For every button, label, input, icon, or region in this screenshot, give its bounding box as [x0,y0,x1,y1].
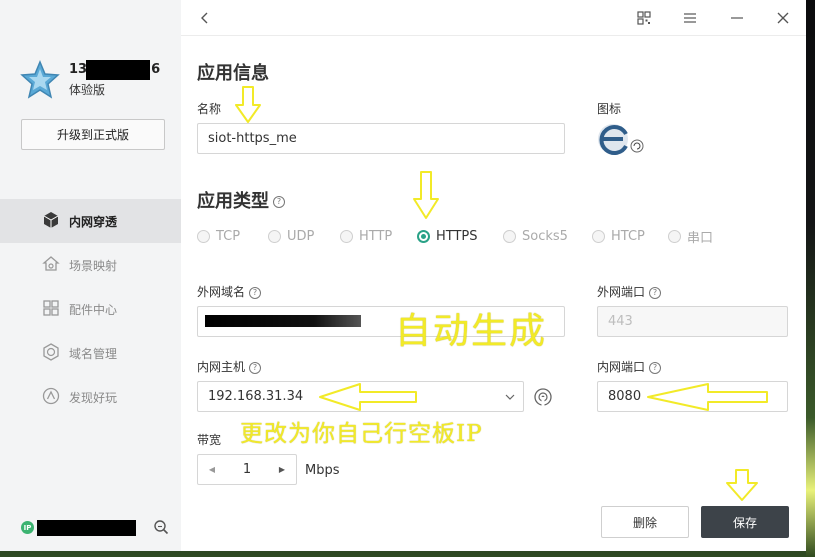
close-icon[interactable] [775,10,791,26]
minimize-icon[interactable] [729,10,745,26]
sidebar-item-scene-mapping[interactable]: 场景映射 [0,243,181,287]
radio-htcp[interactable]: HTCP [592,227,668,246]
app-window: 13 6 体验版 升级到正式版 内网穿透 场景映射 配件中心 域名管理 发现好玩… [0,0,806,551]
external-domain-label: 外网域名? [197,283,262,300]
radio-circle [592,230,605,243]
qr-code-icon[interactable] [636,10,652,26]
radio-label: HTTPS [436,229,478,244]
app-form: 应用信息 名称 siot-https_me 图标 应用类型? TCP UDP H… [181,36,806,551]
radio-tcp[interactable]: TCP [197,227,268,246]
sidebar-item-label: 内网穿透 [69,214,118,229]
sidebar-item-intranet-penetration[interactable]: 内网穿透 [0,199,181,243]
app-type-title: 应用类型? [197,187,285,213]
app-type-radio-group: TCP UDP HTTP HTTPS Socks5 HTCP 串口 [197,227,728,246]
internal-host-label: 内网主机? [197,358,262,375]
redacted-domain [205,315,361,327]
radio-http[interactable]: HTTP [340,227,417,246]
internal-port-input[interactable]: 8080 [597,381,788,412]
compass-icon [42,387,60,405]
external-port-input[interactable]: 443 [597,306,788,337]
auto-generate-annotation: 自动生成 [395,311,548,352]
radio-circle [268,230,281,243]
radio-label: TCP [216,229,241,244]
radio-https[interactable]: HTTPS [417,227,503,246]
redacted-user-name [86,60,150,80]
sidebar-item-label: 域名管理 [69,346,118,361]
radio-label: UDP [287,229,315,244]
sidebar: 13 6 体验版 升级到正式版 内网穿透 场景映射 配件中心 域名管理 发现好玩… [0,0,181,551]
bandwidth-label: 带宽 [197,433,222,447]
sidebar-item-label: 配件中心 [69,302,118,317]
save-button[interactable]: 保存 [701,506,789,538]
help-icon[interactable]: ? [249,361,262,374]
menu-icon[interactable] [682,10,698,26]
icon-label: 图标 [597,102,622,116]
app-e-icon[interactable] [597,122,647,156]
desktop-background-strip [806,0,815,557]
internal-port-label: 内网端口? [597,358,662,375]
radio-serial[interactable]: 串口 [668,227,728,246]
zoom-search-icon[interactable] [153,519,169,535]
name-label: 名称 [197,102,222,116]
change-ip-annotation: 更改为你自己行空板IP [240,421,483,447]
external-port-label: 外网端口? [597,283,662,300]
radio-label: HTTP [359,229,393,244]
bandwidth-unit: Mbps [305,463,340,478]
radar-scan-icon[interactable] [533,386,553,408]
help-icon[interactable]: ? [649,361,662,374]
sidebar-item-label: 场景映射 [69,258,118,273]
app-info-title: 应用信息 [197,63,269,84]
cube-icon [43,212,59,228]
help-icon[interactable]: ? [273,196,285,208]
radio-socks5[interactable]: Socks5 [503,227,592,246]
sidebar-nav: 内网穿透 场景映射 配件中心 域名管理 发现好玩 [0,199,181,419]
chevron-down-icon [505,394,515,400]
bandwidth-stepper[interactable]: ◀ 1 ▶ [197,454,297,485]
title-bar [181,0,806,36]
sidebar-item-accessory-center[interactable]: 配件中心 [0,287,181,331]
radio-circle [197,230,210,243]
chevron-left-icon[interactable] [197,10,213,26]
bandwidth-value: 1 [242,462,252,477]
internal-host-value: 192.168.31.34 [208,389,304,404]
sidebar-item-discover-fun[interactable]: 发现好玩 [0,375,181,419]
home-icon [42,256,60,271]
user-plan: 体验版 [69,83,106,97]
grid-icon [43,300,59,316]
delete-button[interactable]: 删除 [601,506,689,538]
connection-status-badge: IP [21,521,34,534]
sidebar-item-domain-management[interactable]: 域名管理 [0,331,181,375]
decrement-icon[interactable]: ◀ [198,465,226,474]
radio-circle [340,230,353,243]
radio-label: HTCP [611,229,645,244]
radio-label: 串口 [687,231,714,246]
internal-host-select[interactable]: 192.168.31.34 [197,381,524,412]
radio-circle [668,230,681,243]
upgrade-button[interactable]: 升级到正式版 [21,119,165,150]
radio-udp[interactable]: UDP [268,227,340,246]
help-icon[interactable]: ? [649,286,662,299]
redacted-ip [37,520,136,536]
radio-circle [417,230,430,243]
sidebar-item-label: 发现好玩 [69,390,118,405]
star-avatar-icon [20,60,60,99]
increment-icon[interactable]: ▶ [268,465,296,474]
radio-label: Socks5 [522,229,568,244]
radio-circle [503,230,516,243]
help-icon[interactable]: ? [249,286,262,299]
name-input[interactable]: siot-https_me [197,123,565,154]
globe-icon [43,343,59,361]
